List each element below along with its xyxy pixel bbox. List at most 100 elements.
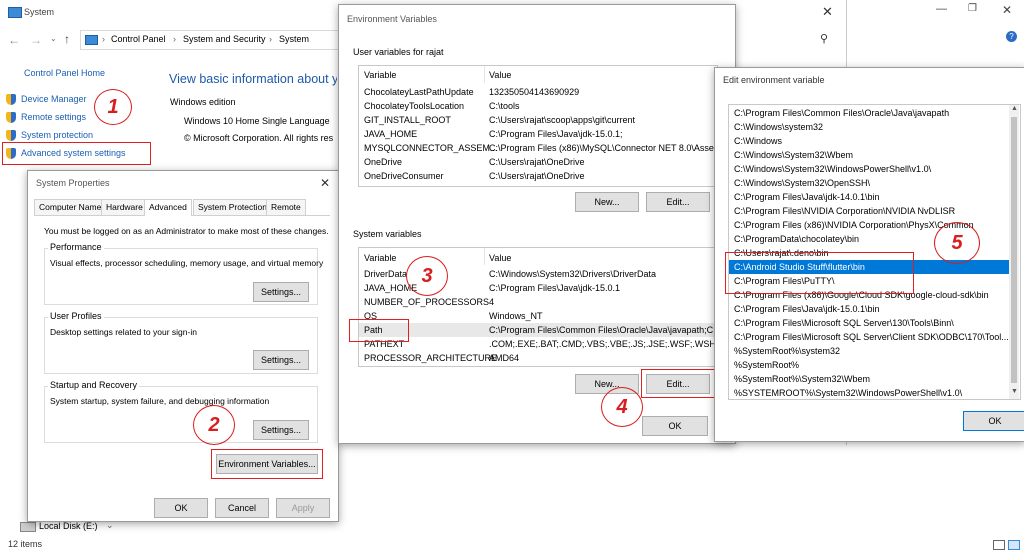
- up-arrow-icon[interactable]: ↑: [64, 32, 70, 46]
- edit-ok-button[interactable]: OK: [963, 411, 1024, 431]
- column-header-value[interactable]: Value: [489, 68, 511, 82]
- user-profiles-label: User Profiles: [48, 311, 104, 321]
- scrollbar-thumb[interactable]: [1011, 117, 1017, 383]
- list-item[interactable]: %SystemRoot%\System32\Wbem: [729, 372, 1009, 386]
- performance-settings-button[interactable]: Settings...: [253, 282, 309, 302]
- user-new-button[interactable]: New...: [575, 192, 639, 212]
- search-icon[interactable]: ⚲: [820, 32, 828, 45]
- column-header-variable[interactable]: Variable: [364, 68, 396, 82]
- help-icon[interactable]: ?: [1006, 31, 1017, 42]
- variable-value: C:\Program Files\Java\jdk-15.0.1;: [489, 129, 623, 139]
- list-item[interactable]: C:\Windows\System32\OpenSSH\: [729, 176, 1009, 190]
- local-disk-item[interactable]: Local Disk (E:): [39, 521, 98, 531]
- tab-advanced[interactable]: Advanced: [144, 199, 192, 216]
- list-item[interactable]: %SystemRoot%: [729, 358, 1009, 372]
- list-item[interactable]: %SystemRoot%\system32: [729, 344, 1009, 358]
- address-bar[interactable]: › Control Panel › System and Security › …: [80, 30, 340, 50]
- items-count: 12 items: [8, 539, 43, 549]
- scroll-down-icon[interactable]: ▼: [1011, 388, 1018, 395]
- remote-settings-label: Remote settings: [21, 112, 87, 122]
- column-header-value[interactable]: Value: [489, 251, 511, 265]
- back-arrow-icon[interactable]: ←: [8, 33, 20, 47]
- device-manager-link[interactable]: Device Manager: [6, 94, 87, 106]
- performance-label: Performance: [48, 242, 104, 252]
- edit-env-title: Edit environment variable: [723, 75, 825, 85]
- variable-name: PROCESSOR_ARCHITECTURE: [364, 353, 498, 363]
- restore-icon[interactable]: ❐: [968, 3, 977, 14]
- tab-remote[interactable]: Remote: [266, 199, 306, 215]
- apply-button[interactable]: Apply: [276, 498, 330, 518]
- breadcrumb-sep-icon: ›: [173, 34, 176, 44]
- breadcrumb-system-security[interactable]: System and Security: [183, 34, 266, 44]
- chevron-down-icon[interactable]: ⌄: [50, 34, 57, 43]
- table-row[interactable]: OS Windows_NT: [359, 309, 717, 323]
- user-profiles-settings-button[interactable]: Settings...: [253, 350, 309, 370]
- table-row[interactable]: MYSQLCONNECTOR_ASSEM... C:\Program Files …: [359, 141, 717, 155]
- system-properties-dialog: System Properties ✕ Computer Name Hardwa…: [27, 170, 339, 522]
- step-marker-5: 5: [934, 222, 980, 264]
- highlight-advanced-settings: [2, 142, 151, 165]
- scroll-up-icon[interactable]: ▲: [1011, 105, 1018, 112]
- list-item[interactable]: C:\Windows\system32: [729, 120, 1009, 134]
- control-panel-home-link[interactable]: Control Panel Home: [24, 68, 105, 78]
- tab-strip: Computer Name Hardware Advanced System P…: [34, 199, 330, 216]
- startup-recovery-desc: System startup, system failure, and debu…: [50, 396, 270, 406]
- table-row[interactable]: ChocolateyLastPathUpdate 1323505041436909…: [359, 85, 717, 99]
- table-row[interactable]: GIT_INSTALL_ROOT C:\Users\rajat\scoop\app…: [359, 113, 717, 127]
- minimize-icon[interactable]: —: [936, 3, 947, 15]
- list-item[interactable]: C:\Program Files\Microsoft SQL Server\Cl…: [729, 330, 1009, 344]
- tab-system-protection[interactable]: System Protection: [193, 199, 272, 215]
- tiles-view-icon[interactable]: [1008, 540, 1020, 550]
- variable-value: C:\Users\rajat\scoop\apps\git\current: [489, 115, 636, 125]
- remote-settings-link[interactable]: Remote settings: [6, 112, 87, 124]
- header-divider: [484, 248, 485, 265]
- drive-icon: [20, 522, 36, 532]
- tab-computer-name[interactable]: Computer Name: [34, 199, 107, 215]
- table-row[interactable]: NUMBER_OF_PROCESSORS 4: [359, 295, 717, 309]
- table-row[interactable]: JAVA_HOME C:\Program Files\Java\jdk-15.0.…: [359, 127, 717, 141]
- breadcrumb-control-panel[interactable]: Control Panel: [111, 34, 166, 44]
- list-item[interactable]: C:\Windows\System32\WindowsPowerShell\v1…: [729, 162, 1009, 176]
- variable-value: C:\Users\rajat\OneDrive: [489, 157, 585, 167]
- list-item[interactable]: C:\Program Files\Java\jdk-15.0.1\bin: [729, 302, 1009, 316]
- list-item[interactable]: C:\Windows\System32\Wbem: [729, 148, 1009, 162]
- list-item[interactable]: C:\Windows: [729, 134, 1009, 148]
- close-icon[interactable]: ✕: [1002, 3, 1012, 17]
- tab-hardware[interactable]: Hardware: [101, 199, 148, 215]
- env-ok-button[interactable]: OK: [642, 416, 708, 436]
- table-row[interactable]: Path C:\Program Files\Common Files\Oracle…: [359, 323, 717, 337]
- table-row[interactable]: ChocolateyToolsLocation C:\tools: [359, 99, 717, 113]
- breadcrumb-sep-icon: ›: [269, 34, 272, 44]
- list-item[interactable]: %SYSTEMROOT%\System32\WindowsPowerShell\…: [729, 386, 1009, 399]
- close-icon[interactable]: ✕: [320, 177, 330, 189]
- ok-button[interactable]: OK: [154, 498, 208, 518]
- list-item[interactable]: C:\Program Files\Java\jdk-14.0.1\bin: [729, 190, 1009, 204]
- edit-environment-variable-dialog: Edit environment variable C:\Program Fil…: [714, 67, 1024, 442]
- table-row[interactable]: PATHEXT .COM;.EXE;.BAT;.CMD;.VBS;.VBE;.JS…: [359, 337, 717, 351]
- table-row[interactable]: OneDriveConsumer C:\Users\rajat\OneDrive: [359, 169, 717, 183]
- system-protection-link[interactable]: System protection: [6, 130, 93, 142]
- system-properties-title: System Properties: [36, 178, 110, 188]
- table-row[interactable]: OneDrive C:\Users\rajat\OneDrive: [359, 155, 717, 169]
- vertical-scrollbar[interactable]: ▲ ▼: [1009, 105, 1019, 399]
- cancel-button[interactable]: Cancel: [215, 498, 269, 518]
- breadcrumb-sep-icon: ›: [102, 34, 105, 44]
- startup-settings-button[interactable]: Settings...: [253, 420, 309, 440]
- close-icon[interactable]: ✕: [822, 4, 833, 20]
- column-header-variable[interactable]: Variable: [364, 251, 396, 265]
- explorer-nav-strip: [0, 445, 28, 552]
- user-edit-button[interactable]: Edit...: [646, 192, 710, 212]
- table-row[interactable]: PROCESSOR_ARCHITECTURE AMD64: [359, 351, 717, 365]
- breadcrumb-system[interactable]: System: [279, 34, 309, 44]
- user-variables-table[interactable]: Variable Value ChocolateyLastPathUpdate 1…: [358, 65, 718, 187]
- list-item[interactable]: C:\Program Files\Microsoft SQL Server\13…: [729, 316, 1009, 330]
- variable-value: C:\tools: [489, 101, 520, 111]
- list-item[interactable]: C:\Program Files\Common Files\Oracle\Jav…: [729, 106, 1009, 120]
- list-item[interactable]: C:\Program Files\NVIDIA Corporation\NVID…: [729, 204, 1009, 218]
- highlight-edit-button: [641, 369, 717, 398]
- forward-arrow-icon[interactable]: →: [30, 33, 42, 47]
- details-view-icon[interactable]: [993, 540, 1005, 550]
- step-marker-4: 4: [601, 387, 643, 427]
- variable-name: DriverData: [364, 269, 408, 279]
- step-marker-2: 2: [193, 405, 235, 445]
